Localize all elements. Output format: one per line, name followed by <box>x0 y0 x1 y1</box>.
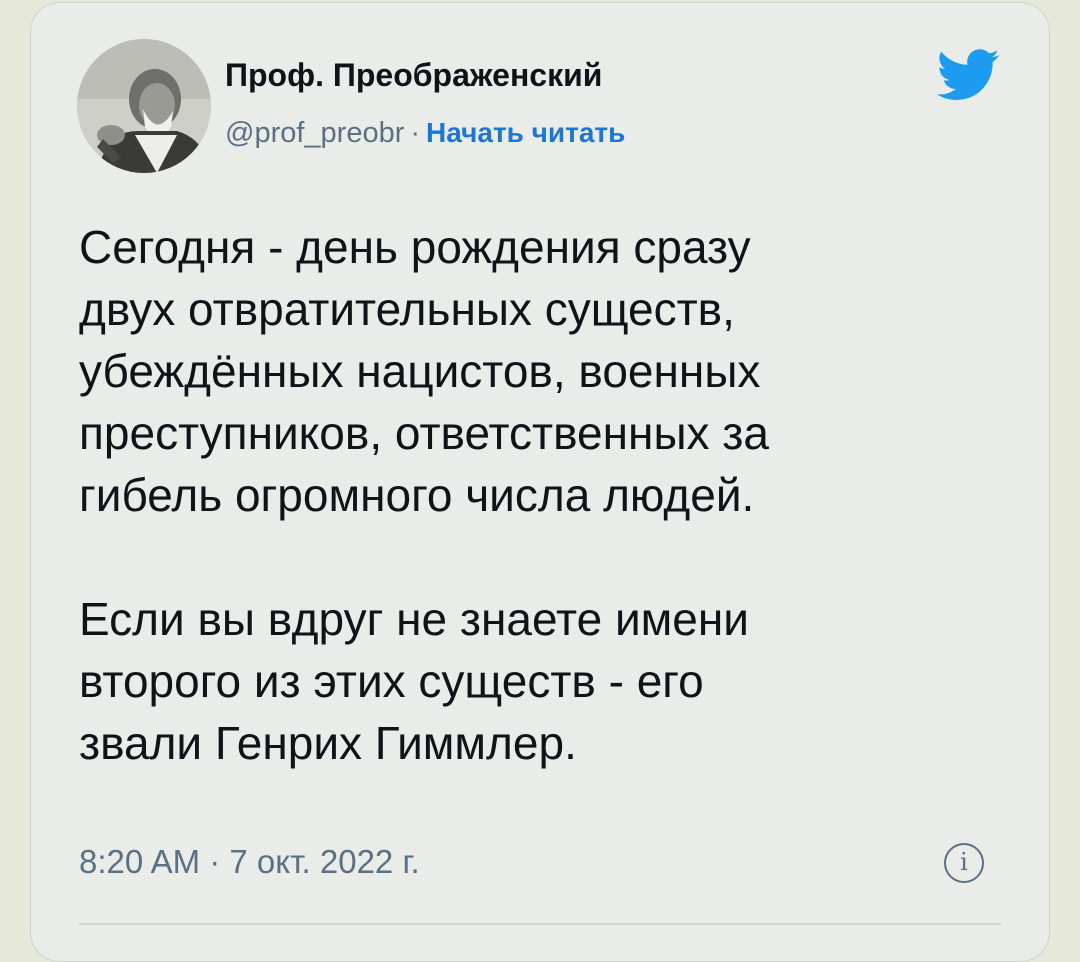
separator-dot: · <box>410 117 421 149</box>
tweet-card[interactable]: Проф. Преображенский @prof_preobr · Начать… <box>30 2 1050 962</box>
avatar[interactable] <box>77 39 211 173</box>
handle-row: @prof_preobr · Начать читать <box>225 117 625 150</box>
tweet-timestamp[interactable]: 8:20 AM · 7 окт. 2022 г. <box>79 843 420 881</box>
author-handle[interactable]: @prof_preobr <box>225 117 404 149</box>
author-name[interactable]: Проф. Преображенский <box>225 57 602 94</box>
info-icon[interactable]: i <box>944 843 984 883</box>
avatar-photo <box>77 39 211 173</box>
twitter-bird-icon[interactable] <box>937 49 1001 101</box>
divider <box>79 923 1001 925</box>
follow-link[interactable]: Начать читать <box>426 117 625 148</box>
tweet-text: Сегодня - день рождения сразу двух отвра… <box>79 221 769 769</box>
